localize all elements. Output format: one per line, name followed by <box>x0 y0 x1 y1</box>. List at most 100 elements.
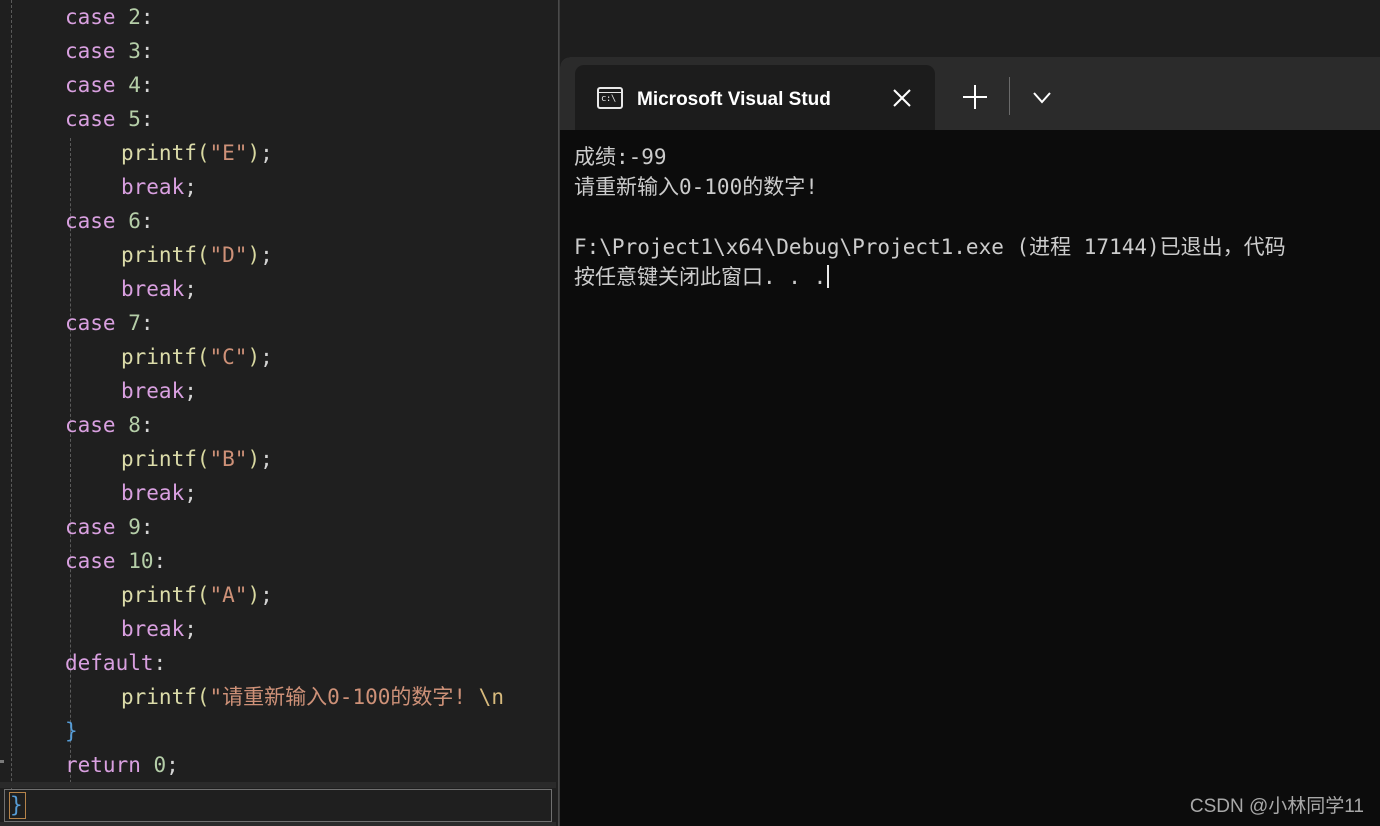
code-token: "D" <box>209 243 248 267</box>
code-token: ( <box>196 243 210 267</box>
code-token: "A" <box>209 583 248 607</box>
code-token: break <box>121 481 185 505</box>
code-token: : <box>140 413 154 437</box>
code-token: return <box>65 753 154 777</box>
editor-horizontal-scrollbar[interactable] <box>0 782 556 788</box>
code-token: case <box>65 5 129 29</box>
code-token: ; <box>184 481 197 505</box>
code-line: break; <box>0 612 559 646</box>
code-line: printf("E"); <box>0 136 559 170</box>
code-token: ; <box>260 447 273 471</box>
code-line: case 5: <box>0 102 559 136</box>
code-token: : <box>140 107 154 131</box>
code-token: 6 <box>128 209 141 233</box>
code-line: case 9: <box>0 510 559 544</box>
code-token: : <box>153 549 167 573</box>
code-token: : <box>140 515 154 539</box>
code-line: case 3: <box>0 34 559 68</box>
code-token: 2 <box>128 5 141 29</box>
tab-toolbar-separator <box>1009 77 1010 115</box>
code-token: 10 <box>128 549 154 573</box>
code-token: case <box>65 107 129 131</box>
code-line: printf("B"); <box>0 442 559 476</box>
code-token: 5 <box>128 107 141 131</box>
code-token: ; <box>260 141 273 165</box>
terminal-line: 成绩:-99 <box>574 145 667 169</box>
editor-bottom-strip <box>0 822 556 826</box>
editor-left-marker <box>0 760 4 763</box>
code-line: break; <box>0 374 559 408</box>
code-line: printf("A"); <box>0 578 559 612</box>
code-token: 4 <box>128 73 141 97</box>
code-token: break <box>121 379 185 403</box>
new-tab-button[interactable] <box>955 77 995 117</box>
code-line: printf("C"); <box>0 340 559 374</box>
code-token: case <box>65 209 129 233</box>
close-icon[interactable] <box>889 85 915 111</box>
terminal-line: 按任意键关闭此窗口. . . <box>574 262 1380 292</box>
code-token: "B" <box>209 447 248 471</box>
terminal-tab[interactable]: c:\ Microsoft Visual Studio 调试控 <box>575 65 935 130</box>
code-token: ( <box>196 447 210 471</box>
terminal-line: 请重新输入0-100的数字! <box>574 175 818 199</box>
code-token: ; <box>184 617 197 641</box>
code-token: } <box>65 719 78 743</box>
code-line: break; <box>0 272 559 306</box>
code-token: ; <box>260 583 273 607</box>
console-icon: c:\ <box>597 86 623 109</box>
code-line: case 10: <box>0 544 559 578</box>
code-token: ( <box>196 345 210 369</box>
code-line: printf("D"); <box>0 238 559 272</box>
code-token: ) <box>247 345 261 369</box>
code-token: 0 <box>153 753 167 777</box>
code-token: ) <box>247 447 261 471</box>
code-token: : <box>140 73 154 97</box>
current-line-text: } <box>10 793 23 817</box>
code-line: printf("请重新输入0-100的数字! \n <box>0 680 559 714</box>
code-token: ) <box>247 141 261 165</box>
code-token: : <box>140 311 154 335</box>
code-token: case <box>65 39 129 63</box>
watermark: CSDN @小林同学11 <box>1189 796 1364 817</box>
code-token: case <box>65 311 129 335</box>
code-token: "E" <box>209 141 248 165</box>
chevron-down-icon[interactable] <box>1022 77 1062 117</box>
terminal-titlebar[interactable]: c:\ Microsoft Visual Studio 调试控 <box>560 57 1380 130</box>
code-token: : <box>153 651 167 675</box>
code-token: break <box>121 175 185 199</box>
code-token: printf <box>121 345 197 369</box>
code-token: printf <box>121 685 197 709</box>
code-token: "C" <box>209 345 248 369</box>
terminal-window[interactable]: c:\ Microsoft Visual Studio 调试控 成绩:-99请 <box>560 57 1380 826</box>
code-token: ( <box>196 141 210 165</box>
code-token: "请重新输入0-100的数字! <box>209 685 467 709</box>
code-token: ) <box>247 583 261 607</box>
current-line-highlight[interactable]: } <box>4 789 552 822</box>
code-token: break <box>121 617 185 641</box>
code-token: ) <box>247 243 261 267</box>
code-line: return 0; <box>0 748 559 782</box>
code-token: default <box>65 651 154 675</box>
editor-right-edge <box>558 0 559 826</box>
code-token: printf <box>121 583 197 607</box>
code-token: ; <box>166 753 179 777</box>
code-token: \n <box>466 685 504 709</box>
terminal-output[interactable]: 成绩:-99 请重新输入0-100的数字! F:\Project1\x64\Debu… <box>560 130 1380 826</box>
code-line: } <box>0 714 559 748</box>
code-token: ; <box>260 345 273 369</box>
code-token: 3 <box>128 39 141 63</box>
code-line: case 2: <box>0 0 559 34</box>
code-line: break; <box>0 170 559 204</box>
code-line: case 6: <box>0 204 559 238</box>
code-token: ; <box>260 243 273 267</box>
code-token: ; <box>184 175 197 199</box>
code-token: : <box>140 209 154 233</box>
code-line: break; <box>0 476 559 510</box>
code-token: printf <box>121 141 197 165</box>
code-lines-container: case 2: case 3: case 4: case 5: printf("E");… <box>0 0 559 782</box>
terminal-line: F:\Project1\x64\Debug\Project1.exe (进程 1… <box>574 235 1286 259</box>
code-token: case <box>65 73 129 97</box>
code-token: printf <box>121 243 197 267</box>
code-token: : <box>140 39 154 63</box>
code-editor[interactable]: case 2: case 3: case 4: case 5: printf("E");… <box>0 0 560 826</box>
